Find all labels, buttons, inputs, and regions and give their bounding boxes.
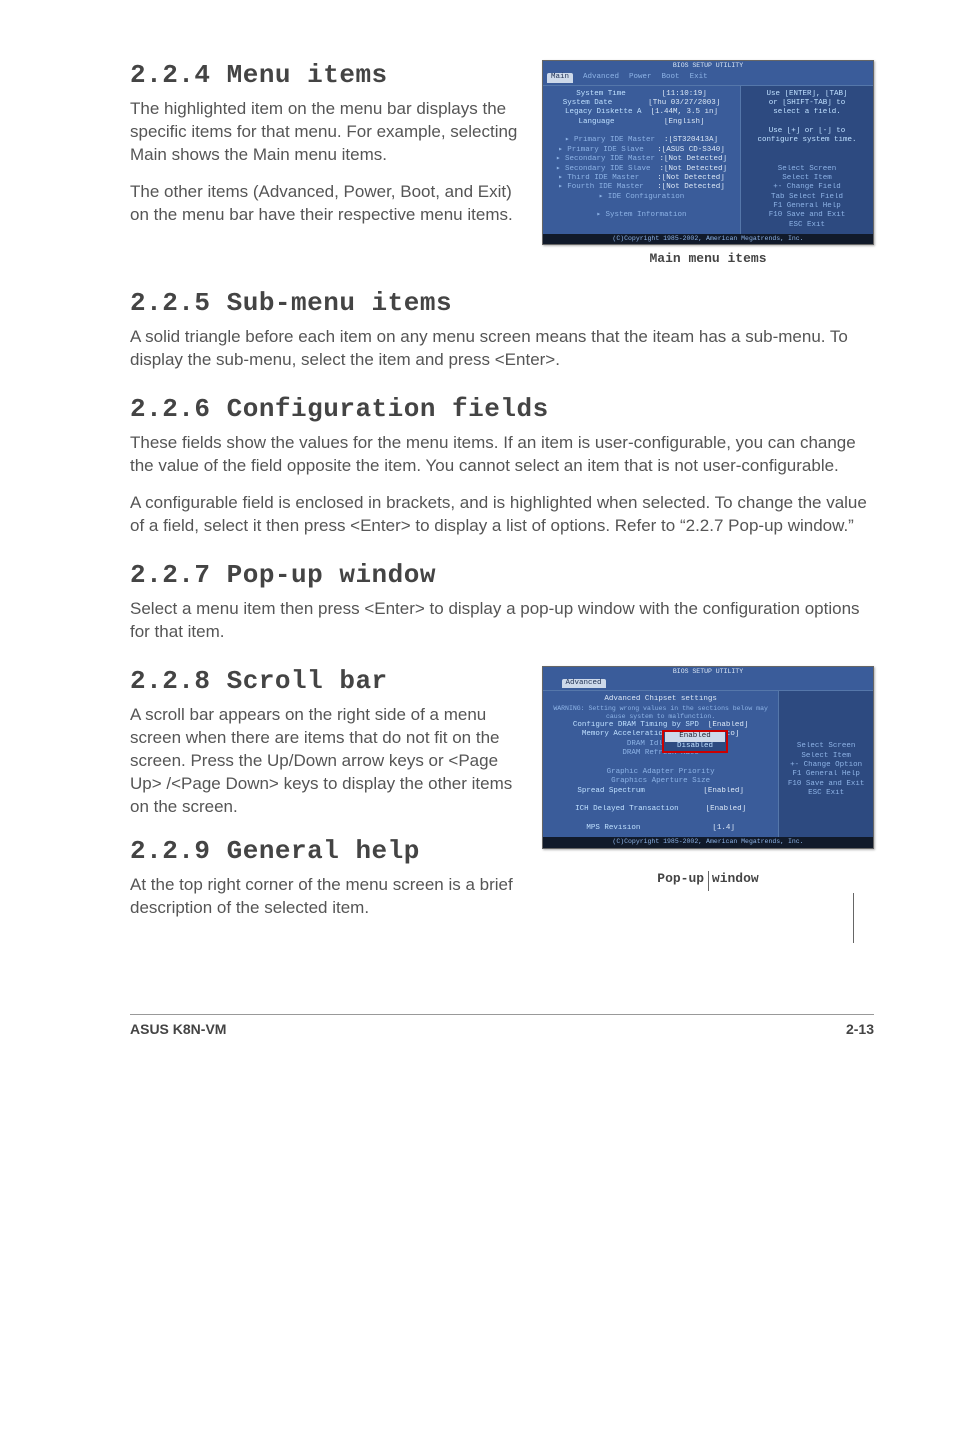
callout-line [708,871,709,891]
heading-226: 2.2.6 Configuration fields [130,394,874,424]
heading-224: 2.2.4 Menu items [130,60,522,90]
para-224-2: The other items (Advanced, Power, Boot, … [130,181,522,227]
heading-225: 2.2.5 Sub-menu items [130,288,874,318]
para-226-1: These fields show the values for the men… [130,432,874,478]
heading-227: 2.2.7 Pop-up window [130,560,874,590]
bios2-left-panel: Advanced Chipset settings WARNING: Setti… [543,691,778,837]
bios-tab-advanced: Advanced [583,73,619,82]
footer-right: 2-13 [846,1021,874,1037]
bios-right-panel: Use [ENTER], [TAB] or [SHIFT-TAB] to sel… [740,86,873,235]
bios-tab-power: Power [629,73,652,82]
bios-figure-main: BIOS SETUP UTILITY Main Advanced Power B… [542,60,874,245]
popup-option-enabled: Enabled [665,732,725,741]
para-227-1: Select a menu item then press <Enter> to… [130,598,874,644]
heading-228: 2.2.8 Scroll bar [130,666,522,696]
para-224-1: The highlighted item on the menu bar dis… [130,98,522,167]
page-footer: ASUS K8N-VM 2-13 [130,1014,874,1037]
bios-tab-boot: Boot [662,73,680,82]
fig1-caption: Main menu items [542,251,874,266]
footer-left: ASUS K8N-VM [130,1021,226,1037]
popup-box: Enabled Disabled [663,731,727,752]
bios-figure-popup: BIOS SETUP UTILITY Advanced Advanced Chi… [542,666,874,849]
bios2-title: BIOS SETUP UTILITY [543,667,873,677]
bios-tab-main: Main [547,73,573,82]
bios2-footer: (C)Copyright 1985-2002, American Megatre… [543,837,873,847]
bios-footer: (C)Copyright 1985-2002, American Megatre… [543,234,873,244]
callout-line-2 [853,893,854,943]
para-228-1: A scroll bar appears on the right side o… [130,704,522,819]
bios2-tabbar: Advanced [543,677,873,691]
para-226-2: A configurable field is enclosed in brac… [130,492,874,538]
bios-left-panel: System Time [11:10:19] System Date [Thu … [543,86,740,235]
bios2-right-panel: Select Screen Select Item +- Change Opti… [778,691,873,837]
bios-title: BIOS SETUP UTILITY [543,61,873,71]
para-229-1: At the top right corner of the menu scre… [130,874,522,920]
bios2-tab-advanced: Advanced [562,679,606,688]
bios2-tab-spacer [547,679,552,688]
para-225-1: A solid triangle before each item on any… [130,326,874,372]
heading-229: 2.2.9 General help [130,836,522,866]
popup-option-disabled: Disabled [665,742,725,751]
bios-tabbar: Main Advanced Power Boot Exit [543,71,873,85]
bios-tab-exit: Exit [690,73,708,82]
